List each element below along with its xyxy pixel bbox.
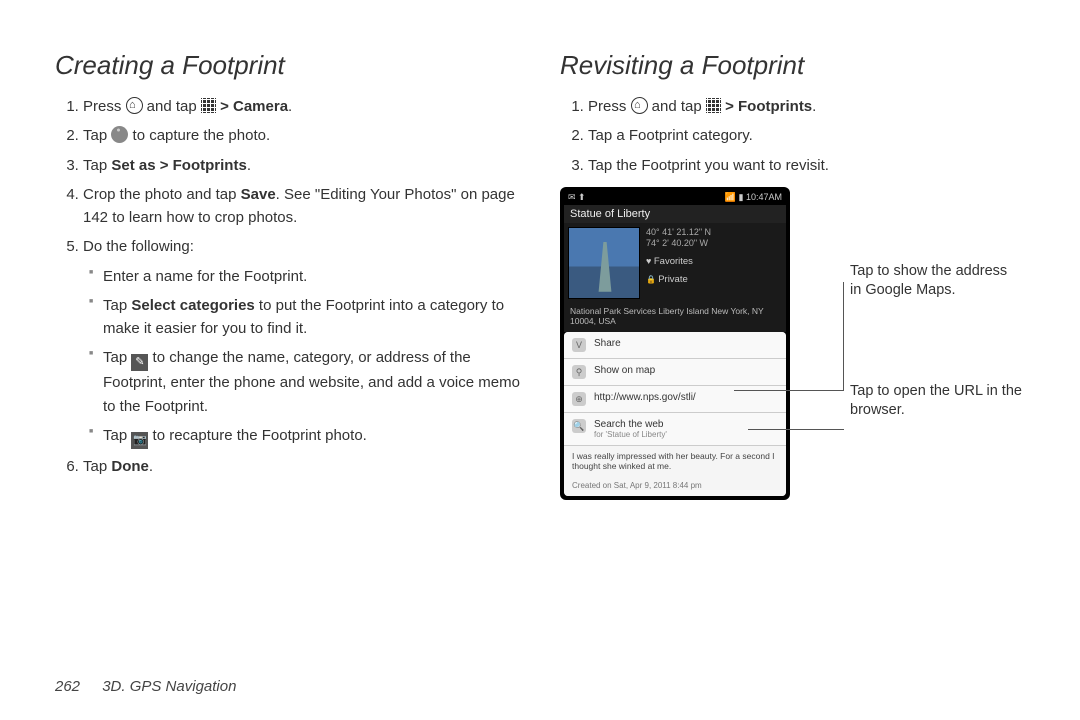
creating-footprint-section: Creating a Footprint Press and tap > Cam…	[55, 50, 520, 500]
created-timestamp: Created on Sat, Apr 9, 2011 8:44 pm	[564, 477, 786, 496]
status-bar: ✉ ⬆ 📶 ▮ 10:47AM	[564, 191, 786, 205]
r-step-2: Tap a Footprint category.	[588, 124, 1025, 147]
page-footer: 262 3D. GPS Navigation	[55, 678, 236, 695]
callout-open-url: Tap to open the URL in the browser.	[850, 382, 1030, 421]
search-icon: 🔍	[572, 419, 586, 433]
share-icon: V	[572, 338, 586, 352]
globe-icon: ⊕	[572, 392, 586, 406]
row-show-on-map[interactable]: ⚲ Show on map	[564, 359, 786, 386]
step-4: Crop the photo and tap Save. See "Editin…	[83, 183, 520, 230]
heading-creating: Creating a Footprint	[55, 50, 520, 81]
step-5-2: Tap Select categories to put the Footpri…	[89, 294, 520, 341]
status-left: ✉ ⬆	[568, 192, 586, 203]
apps-grid-icon	[201, 98, 216, 113]
apps-grid-icon	[706, 98, 721, 113]
step-5-4: Tap 📷 to recapture the Footprint photo.	[89, 424, 520, 449]
r-step-1: Press and tap > Footprints.	[588, 95, 1025, 118]
page-number: 262	[55, 678, 80, 695]
home-icon	[631, 97, 648, 114]
step-2: Tap to capture the photo.	[83, 124, 520, 147]
row-share[interactable]: V Share	[564, 332, 786, 359]
step-1: Press and tap > Camera.	[83, 95, 520, 118]
r-step-3: Tap the Footprint you want to revisit.	[588, 154, 1025, 177]
tag-favorites[interactable]: Favorites	[646, 256, 782, 268]
callout-line	[843, 282, 844, 390]
status-right: 📶 ▮ 10:47AM	[725, 192, 782, 203]
screen-title: Statue of Liberty	[564, 205, 786, 223]
camera-icon: 📷	[131, 432, 148, 449]
home-icon	[126, 97, 143, 114]
coord-lat: 40° 41' 21.12" N	[646, 227, 782, 239]
map-pin-icon: ⚲	[572, 365, 586, 379]
voice-memo-text: I was really impressed with her beauty. …	[564, 446, 786, 476]
step-5-1: Enter a name for the Footprint.	[89, 265, 520, 288]
phone-screenshot: ✉ ⬆ 📶 ▮ 10:47AM Statue of Liberty 40° 41…	[560, 187, 1025, 500]
callout-show-map: Tap to show the address in Google Maps.	[850, 262, 1020, 301]
edit-icon: ✎	[131, 354, 148, 371]
step-5-3: Tap ✎ to change the name, category, or a…	[89, 346, 520, 418]
section-title: 3D. GPS Navigation	[102, 678, 236, 695]
callout-line	[734, 390, 844, 391]
tag-private[interactable]: Private	[646, 274, 782, 286]
step-6: Tap Done.	[83, 455, 520, 478]
address-text: National Park Services Liberty Island Ne…	[564, 303, 786, 332]
step-3: Tap Set as > Footprints.	[83, 154, 520, 177]
step-5: Do the following: Enter a name for the F…	[83, 235, 520, 449]
revisiting-steps: Press and tap > Footprints. Tap a Footpr…	[560, 95, 1025, 177]
coord-lon: 74° 2' 40.20" W	[646, 238, 782, 250]
heading-revisiting: Revisiting a Footprint	[560, 50, 1025, 81]
shutter-icon	[111, 126, 128, 143]
creating-steps: Press and tap > Camera. Tap to capture t…	[55, 95, 520, 478]
footprint-photo[interactable]	[568, 227, 640, 299]
callout-line	[748, 429, 844, 430]
revisiting-footprint-section: Revisiting a Footprint Press and tap > F…	[560, 50, 1025, 500]
